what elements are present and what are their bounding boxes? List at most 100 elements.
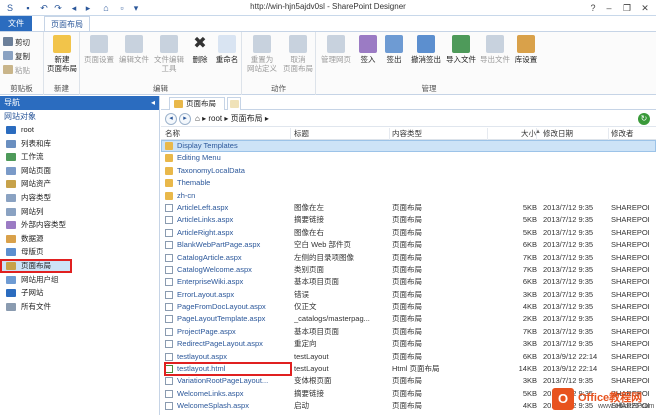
table-row[interactable]: testlayout.html testLayout Html 页面布局 14KB 20… (161, 361, 656, 377)
nav-item[interactable]: 网站资产 (0, 177, 159, 191)
table-row[interactable]: PageFromDocLayout.aspx 仅正文 页面布局 4KB 2013/7/1… (161, 301, 656, 313)
row-content-type (392, 152, 488, 164)
export-file-button[interactable]: 导出文件 (478, 35, 512, 64)
paste-button[interactable]: 粘贴 (3, 65, 30, 77)
nav-item-icon (6, 207, 16, 216)
table-row[interactable]: BlankWebPartPage.aspx 空白 Web 部件页 页面布局 6KB 20… (161, 239, 656, 251)
nav-item[interactable]: root (0, 123, 159, 137)
close-button[interactable]: ✕ (636, 1, 654, 15)
new-tab-button[interactable] (227, 97, 241, 110)
refresh-icon[interactable]: ↻ (638, 113, 650, 125)
table-row[interactable]: ArticleLeft.aspx 图像在左 页面布局 5KB 2013/7/12 9:3… (161, 202, 656, 214)
nav-item[interactable]: 列表和库 (0, 137, 159, 151)
nav-item[interactable]: 页面布局 (0, 258, 72, 273)
row-modified-by: SHAREPOI (611, 240, 650, 250)
row-content-type: 页面布局 (392, 240, 422, 250)
reset-to-site-definition-button[interactable]: 重置为 网站定义 (244, 35, 280, 73)
column-name[interactable]: 名称 (165, 128, 291, 140)
collapse-icon[interactable]: ◂ (151, 96, 155, 110)
nav-item[interactable]: 数据源 (0, 232, 159, 246)
nav-item[interactable]: 网站列 (0, 205, 159, 219)
nav-item-icon (6, 139, 16, 148)
maximize-button[interactable]: ❐ (618, 1, 636, 15)
doc-tab-page-layouts[interactable]: 页面布局 (169, 97, 225, 110)
nav-header-label: 导航 (4, 98, 20, 107)
table-row[interactable]: EnterpriseWiki.aspx 基本项目页面 页面布局 6KB 2013/7/1… (161, 276, 656, 288)
tab-page-layout[interactable]: 页面布局 (44, 16, 90, 31)
tab-file[interactable]: 文件 (0, 16, 32, 31)
row-title: 图像在右 (294, 227, 324, 237)
column-title[interactable]: 标题 (294, 128, 390, 140)
row-modified-date: 2013/7/12 9:35 (543, 264, 594, 274)
table-row[interactable]: ArticleLinks.aspx 摘要链接 页面布局 5KB 2013/7/12 9:… (161, 214, 656, 226)
row-size: 3KB (522, 289, 537, 299)
nav-item[interactable]: 内容类型 (0, 191, 159, 205)
table-row[interactable]: ArticleRight.aspx 图像在右 页面布局 5KB 2013/7/12 9:… (161, 227, 656, 239)
page-settings-button[interactable]: 页面设置 (82, 35, 116, 64)
paste-icon (3, 65, 13, 74)
table-row[interactable]: PageLayoutTemplate.aspx _catalogs/masterp… (161, 313, 656, 325)
undo-check-out-button[interactable]: 撤消签出 (408, 35, 444, 64)
row-name: PageLayoutTemplate.aspx (177, 314, 266, 324)
edit-file-button[interactable]: 编辑文件 (117, 35, 151, 64)
table-row[interactable]: testlayout.aspx testLayout 页面布局 6KB 2013/9/1… (161, 351, 656, 363)
row-title (294, 165, 390, 177)
row-name: testlayout.aspx (177, 351, 228, 361)
check-out-button[interactable]: 签出 (382, 35, 406, 64)
table-row[interactable]: zh-cn (161, 190, 656, 202)
library-settings-button[interactable]: 库设置 (512, 35, 540, 64)
new-page-layout-button[interactable]: 新建 页面布局 (46, 35, 78, 73)
minimize-button[interactable]: – (600, 1, 618, 15)
row-modified-by (611, 152, 656, 164)
nav-item-label: 网站用户组 (21, 274, 59, 284)
row-modified-date: 2013/7/12 9:35 (543, 215, 594, 225)
edit-group-label: 编辑 (153, 84, 168, 93)
table-row[interactable]: TaxonomyLocalData (161, 165, 656, 177)
nav-section-site-objects[interactable]: 网站对象 (0, 110, 159, 123)
table-row[interactable]: Display Templates (161, 140, 656, 153)
cancel-page-layout-button[interactable]: 取消 页面布局 (280, 35, 316, 73)
delete-button[interactable]: ✖ 删除 (188, 35, 212, 64)
column-content-type[interactable]: 内容类型 (392, 128, 488, 140)
row-content-type: 页面布局 (392, 277, 422, 287)
row-name: WelcomeLinks.aspx (177, 388, 244, 398)
title-bar: S ▪ ↶ ↷ ◂ ▸ ⌂ ▫ ▾ http://win-hjn5ajdv0sl… (0, 0, 656, 16)
manage-group: 管理网页 签入 签出 撤消签出 导入文件 导出文件 库设置 管理 (316, 32, 542, 95)
column-modified-date[interactable]: 修改日期 (543, 128, 609, 140)
file-edit-tools-button[interactable]: 文件编辑 工具 (152, 35, 186, 73)
check-in-button[interactable]: 签入 (356, 35, 380, 64)
rename-button[interactable]: 重命名 (214, 35, 240, 64)
breadcrumb-current[interactable]: 页面布局 (231, 114, 263, 123)
row-title: 摘要链接 (294, 388, 324, 398)
table-row[interactable]: RedirectPageLayout.aspx 重定向 页面布局 3KB 2013/7/… (161, 338, 656, 350)
forward-arrow-icon[interactable]: ▸ (179, 113, 191, 125)
row-name: testlayout.html (164, 361, 292, 377)
breadcrumb-home-icon[interactable]: ⌂ (195, 114, 200, 123)
row-content-type: 页面布局 (392, 388, 422, 398)
import-file-button[interactable]: 导入文件 (444, 35, 478, 64)
nav-item[interactable]: 母版页 (0, 245, 159, 259)
nav-item[interactable]: 所有文件 (0, 300, 159, 314)
copy-button[interactable]: 复制 (3, 51, 30, 63)
column-modified-by[interactable]: 修改者 (611, 128, 656, 140)
nav-item[interactable]: 工作流 (0, 150, 159, 164)
back-arrow-icon[interactable]: ◂ (165, 113, 177, 125)
manage-web-pages-button[interactable]: 管理网页 (318, 35, 354, 64)
table-row[interactable]: Editing Menu (161, 152, 656, 164)
column-size[interactable]: 大小 (493, 128, 537, 140)
table-row[interactable]: Themable (161, 177, 656, 189)
nav-item[interactable]: 外部内容类型 (0, 218, 159, 232)
table-row[interactable]: ErrorLayout.aspx 错误 页面布局 3KB 2013/7/12 9:35 S… (161, 289, 656, 301)
cut-button[interactable]: 剪切 (3, 37, 30, 49)
breadcrumb-root[interactable]: root (208, 114, 222, 123)
row-name: ProjectPage.aspx (177, 326, 236, 336)
breadcrumb-bar: ◂ ▸ ⌂ ▸ root ▸ 页面布局 ▸ ↻ (161, 111, 656, 127)
nav-item[interactable]: 网站用户组 (0, 273, 159, 287)
table-row[interactable]: CatalogArticle.aspx 左侧的目录项图像 页面布局 7KB 2013/7… (161, 252, 656, 264)
navigation-pane: 导航 ◂ 网站对象 root 列表和库 工作流 网站页面 网站资产 内容类型 网站列 外部内容… (0, 96, 160, 415)
nav-item-icon (6, 234, 16, 243)
nav-item[interactable]: 网站页面 (0, 164, 159, 178)
nav-item[interactable]: 子网站 (0, 286, 159, 300)
table-row[interactable]: ProjectPage.aspx 基本项目页面 页面布局 7KB 2013/7/12 9… (161, 326, 656, 338)
table-row[interactable]: CatalogWelcome.aspx 类别页面 页面布局 7KB 2013/7/12 … (161, 264, 656, 276)
